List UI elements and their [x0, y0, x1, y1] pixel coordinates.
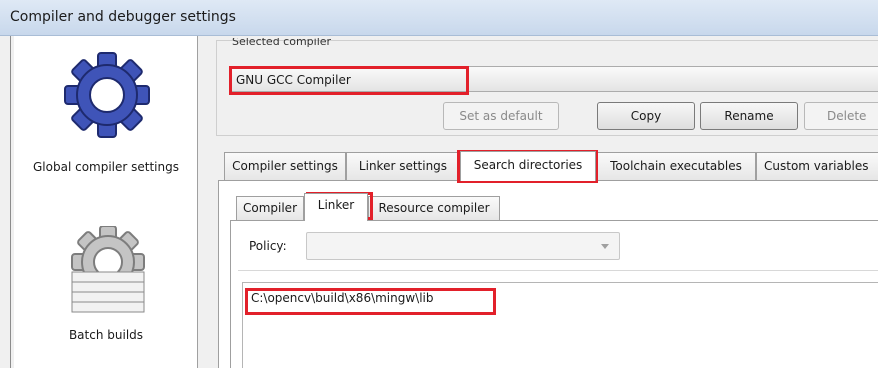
highlight-path-box	[245, 288, 496, 315]
chevron-down-icon	[601, 244, 609, 249]
tab-custom-variables[interactable]: Custom variables	[756, 152, 878, 180]
subtab-resource-compiler[interactable]: Resource compiler	[368, 196, 500, 220]
tab-toolchain-executables[interactable]: Toolchain executables	[596, 152, 756, 180]
batch-gear-icon	[58, 226, 158, 316]
window-edge	[10, 36, 11, 368]
delete-button[interactable]: Delete	[804, 102, 878, 130]
rename-button[interactable]: Rename	[700, 102, 798, 130]
tab-search-directories[interactable]: Search directories	[460, 151, 596, 181]
highlight-compiler-box	[229, 66, 469, 95]
tab-linker-settings[interactable]: Linker settings	[346, 152, 460, 180]
subtab-linker[interactable]: Linker	[304, 193, 368, 221]
category-label: Batch builds	[68, 328, 144, 342]
gear-icon	[62, 50, 152, 140]
category-list[interactable]: Global compiler settings Batch builds	[14, 36, 198, 368]
tab-compiler-settings[interactable]: Compiler settings	[224, 152, 346, 180]
category-label: Global compiler settings	[33, 160, 179, 174]
category-batch-builds[interactable]: Batch builds	[14, 226, 198, 356]
set-as-default-button[interactable]: Set as default	[443, 102, 559, 130]
window-title: Compiler and debugger settings	[10, 9, 236, 25]
selected-compiler-label: Selected compiler	[232, 38, 332, 48]
copy-button[interactable]: Copy	[597, 102, 695, 130]
divider	[238, 270, 878, 271]
category-global-compiler-settings[interactable]: Global compiler settings	[14, 50, 198, 180]
policy-label: Policy:	[249, 239, 287, 253]
subtab-compiler[interactable]: Compiler	[236, 196, 304, 220]
policy-dropdown[interactable]	[306, 232, 620, 260]
title-bar: Compiler and debugger settings	[0, 0, 878, 36]
